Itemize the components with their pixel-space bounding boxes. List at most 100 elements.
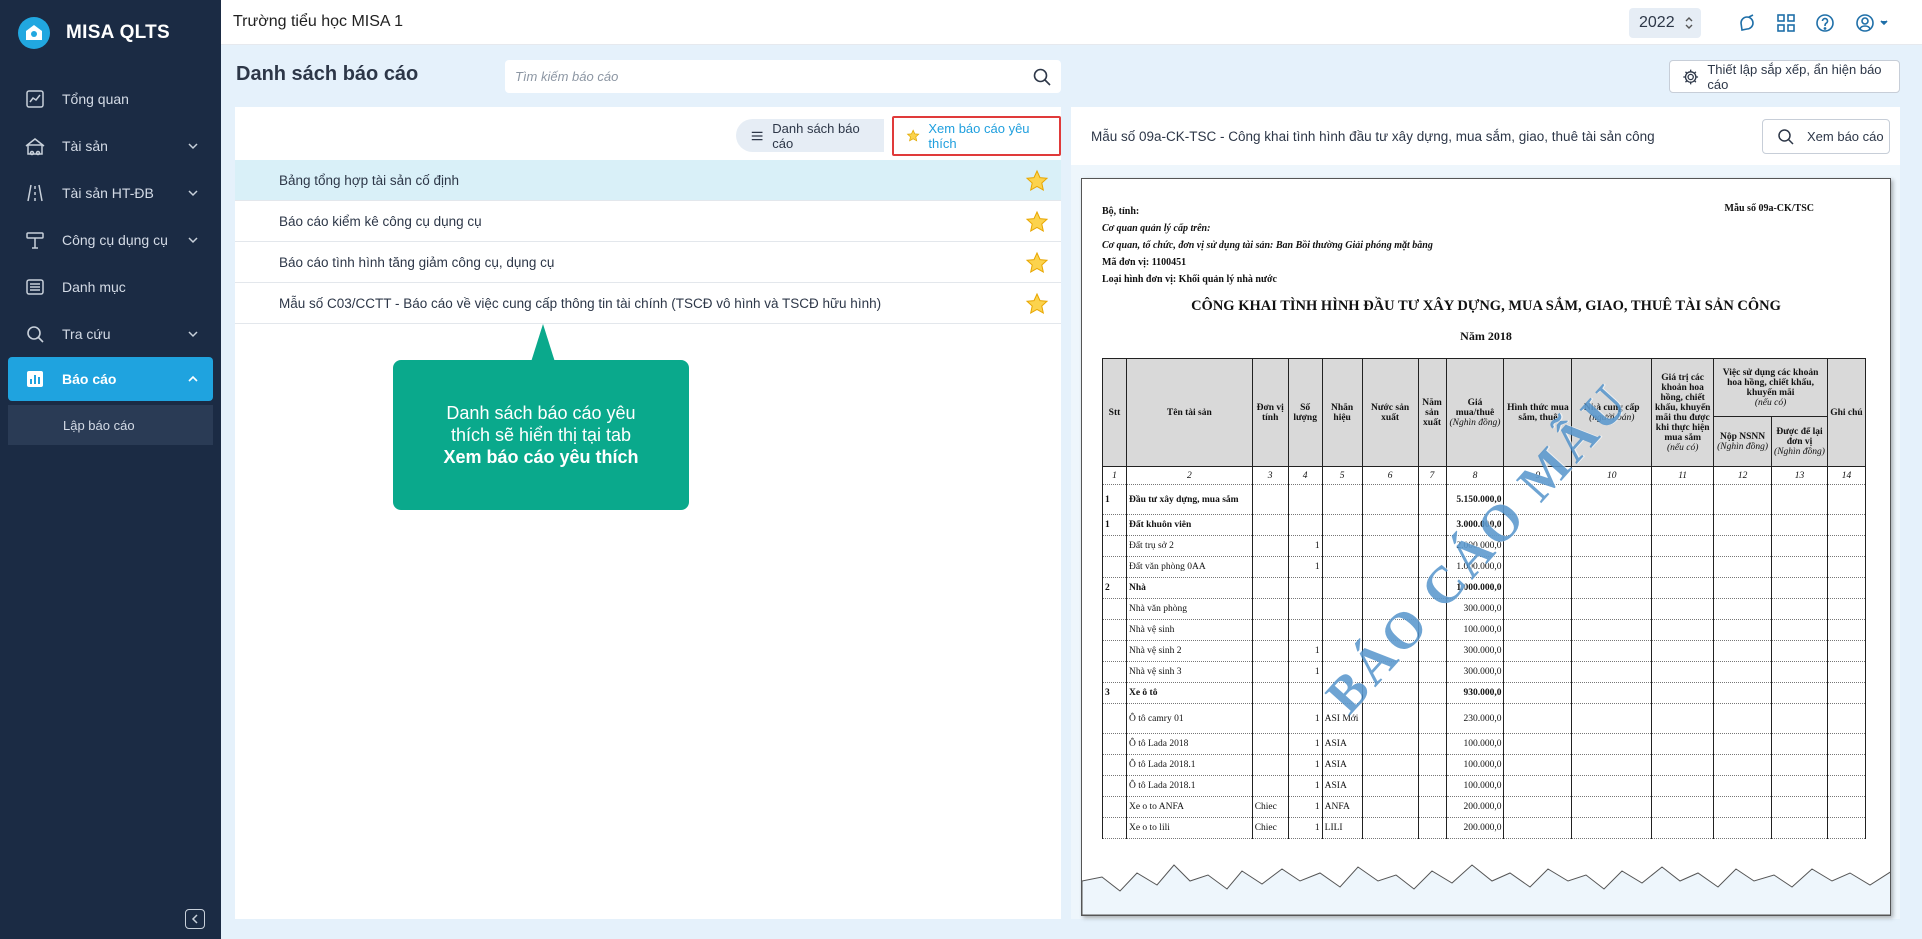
sidebar-item-bao-cao[interactable]: Báo cáo (8, 357, 213, 401)
table-cell (1571, 703, 1653, 734)
table-cell (1713, 775, 1773, 797)
sidebar-item-label: Công cụ dụng cụ (62, 231, 168, 248)
callout-line-1: Danh sách báo cáo yêu (446, 403, 636, 423)
report-row[interactable]: Báo cáo kiểm kê công cụ dụng cụ (235, 201, 1061, 242)
table-cell (1651, 619, 1715, 641)
table-cell (1417, 733, 1447, 755)
sidebar-subitem-lap-bao-cao[interactable]: Lập báo cáo (8, 405, 213, 445)
favorite-star-icon[interactable] (1025, 292, 1049, 316)
sidebar-item-tong-quan[interactable]: Tổng quan (0, 75, 221, 122)
table-cell (1251, 775, 1289, 797)
meta-line: Cơ quan, tổ chức, đơn vị sử dụng tài sản… (1102, 240, 1433, 251)
table-cell (1713, 640, 1773, 662)
table-cell (1826, 754, 1867, 776)
table-cell (1321, 577, 1363, 599)
table-cell: 100.000,0 (1445, 754, 1505, 776)
help-icon[interactable] (1813, 11, 1837, 35)
table-cell (1771, 535, 1828, 557)
favorite-star-icon[interactable] (1025, 251, 1049, 275)
table-cell (1826, 796, 1867, 818)
user-account-icon[interactable] (1853, 11, 1893, 35)
table-cell (1321, 484, 1363, 515)
report-list: Bảng tổng hợp tài sản cố định Báo cáo ki… (235, 160, 1061, 324)
table-cell (1771, 661, 1828, 683)
search-icon[interactable] (1032, 67, 1052, 87)
table-cell (1651, 703, 1715, 734)
table-cell: 1 (1287, 817, 1323, 839)
brand[interactable]: MISA QLTS (0, 0, 221, 65)
table-cell (1651, 535, 1715, 557)
search-box[interactable] (505, 60, 1061, 93)
sidebar-item-label: Tra cứu (62, 325, 111, 342)
table-cell (1571, 754, 1653, 776)
sidebar-item-label: Tổng quan (62, 90, 129, 107)
table-cell (1571, 682, 1653, 704)
table-cell (1503, 733, 1573, 755)
table-cell: Xe o to ANFA (1125, 796, 1253, 818)
col-stt: Stt (1102, 358, 1127, 467)
table-cell (1651, 661, 1715, 683)
table-cell (1417, 682, 1447, 704)
view-report-button[interactable]: Xem báo cáo (1762, 119, 1890, 154)
table-cell (1361, 733, 1419, 755)
callout-line-2: thích sẽ hiển thị tại tab (450, 425, 632, 445)
table-cell (1102, 754, 1127, 776)
table-cell (1361, 484, 1419, 515)
sidebar-item-danh-muc[interactable]: Danh mục (0, 263, 221, 310)
sidebar-collapse-button[interactable] (185, 909, 205, 929)
table-cell (1713, 703, 1773, 734)
preview-title: Mẫu số 09a-CK-TSC - Công khai tình hình … (1091, 128, 1655, 144)
report-row[interactable]: Mẫu số C03/CCTT - Báo cáo về việc cung c… (235, 283, 1061, 324)
search-input[interactable] (515, 69, 1032, 84)
table-cell (1361, 796, 1419, 818)
year-selector[interactable]: 2022 (1629, 8, 1701, 38)
table-cell (1771, 640, 1828, 662)
col-keep: Được để lại đơn vị (Nghìn đồng) (1771, 416, 1828, 467)
table-cell (1651, 514, 1715, 536)
table-cell (1571, 619, 1653, 641)
table-cell: Nhà vệ sinh 3 (1125, 661, 1253, 683)
table-row: Ô tô Lada 2018 1 ASIA 100.000,0 (1102, 733, 1867, 755)
table-cell (1251, 556, 1289, 578)
table-cell (1571, 577, 1653, 599)
apps-grid-icon[interactable] (1774, 11, 1798, 35)
sidebar-item-cong-cu-dung-cu[interactable]: Công cụ dụng cụ (0, 216, 221, 263)
table-cell: 100.000,0 (1445, 619, 1505, 641)
favorite-star-icon[interactable] (1025, 210, 1049, 234)
table-row: Ô tô camry 01 1 ASI Mới 230.000,0 (1102, 703, 1867, 734)
table-cell: LILI (1321, 817, 1363, 839)
table-cell (1826, 817, 1867, 839)
table-cell (1361, 514, 1419, 536)
favorite-star-icon[interactable] (1025, 169, 1049, 193)
table-row: Nhà vệ sinh 100.000,0 (1102, 619, 1867, 641)
tab-favorite-reports[interactable]: Xem báo cáo yêu thích (892, 115, 1061, 156)
table-cell: 1 (1287, 796, 1323, 818)
meta-line: Mã đơn vị: 1100451 (1102, 257, 1187, 268)
report-row[interactable]: Bảng tổng hợp tài sản cố định (235, 160, 1061, 201)
sidebar-item-tra-cuu[interactable]: Tra cứu (0, 310, 221, 357)
table-cell (1503, 817, 1573, 839)
sidebar-item-tai-san[interactable]: Tài sản (0, 122, 221, 169)
table-cell (1571, 661, 1653, 683)
sidebar-item-tai-san-ht-db[interactable]: Tài sản HT-ĐB (0, 169, 221, 216)
tab-report-list[interactable]: Danh sách báo cáo (736, 119, 885, 152)
table-cell (1102, 619, 1127, 641)
table-cell (1417, 661, 1447, 683)
table-row: Nhà vệ sinh 2 1 300.000,0 (1102, 640, 1867, 662)
table-cell (1571, 514, 1653, 536)
table-cell (1102, 733, 1127, 755)
table-cell (1651, 556, 1715, 578)
notification-icon[interactable] (1735, 11, 1759, 35)
report-row[interactable]: Báo cáo tình hình tăng giảm công cụ, dụn… (235, 242, 1061, 283)
table-cell (1251, 640, 1289, 662)
table-cell (1417, 703, 1447, 734)
table-cell: 6 (1361, 466, 1419, 485)
table-cell (1361, 775, 1419, 797)
col-name: Tên tài sản (1125, 358, 1253, 467)
table-cell (1826, 535, 1867, 557)
chevron-down-icon (188, 189, 198, 196)
year-value: 2022 (1639, 14, 1675, 31)
report-tabs: Danh sách báo cáo Xem báo cáo yêu thích (736, 115, 1061, 156)
report-settings-button[interactable]: Thiết lập sắp xếp, ẩn hiện báo cáo (1669, 60, 1900, 93)
table-cell (1771, 556, 1828, 578)
